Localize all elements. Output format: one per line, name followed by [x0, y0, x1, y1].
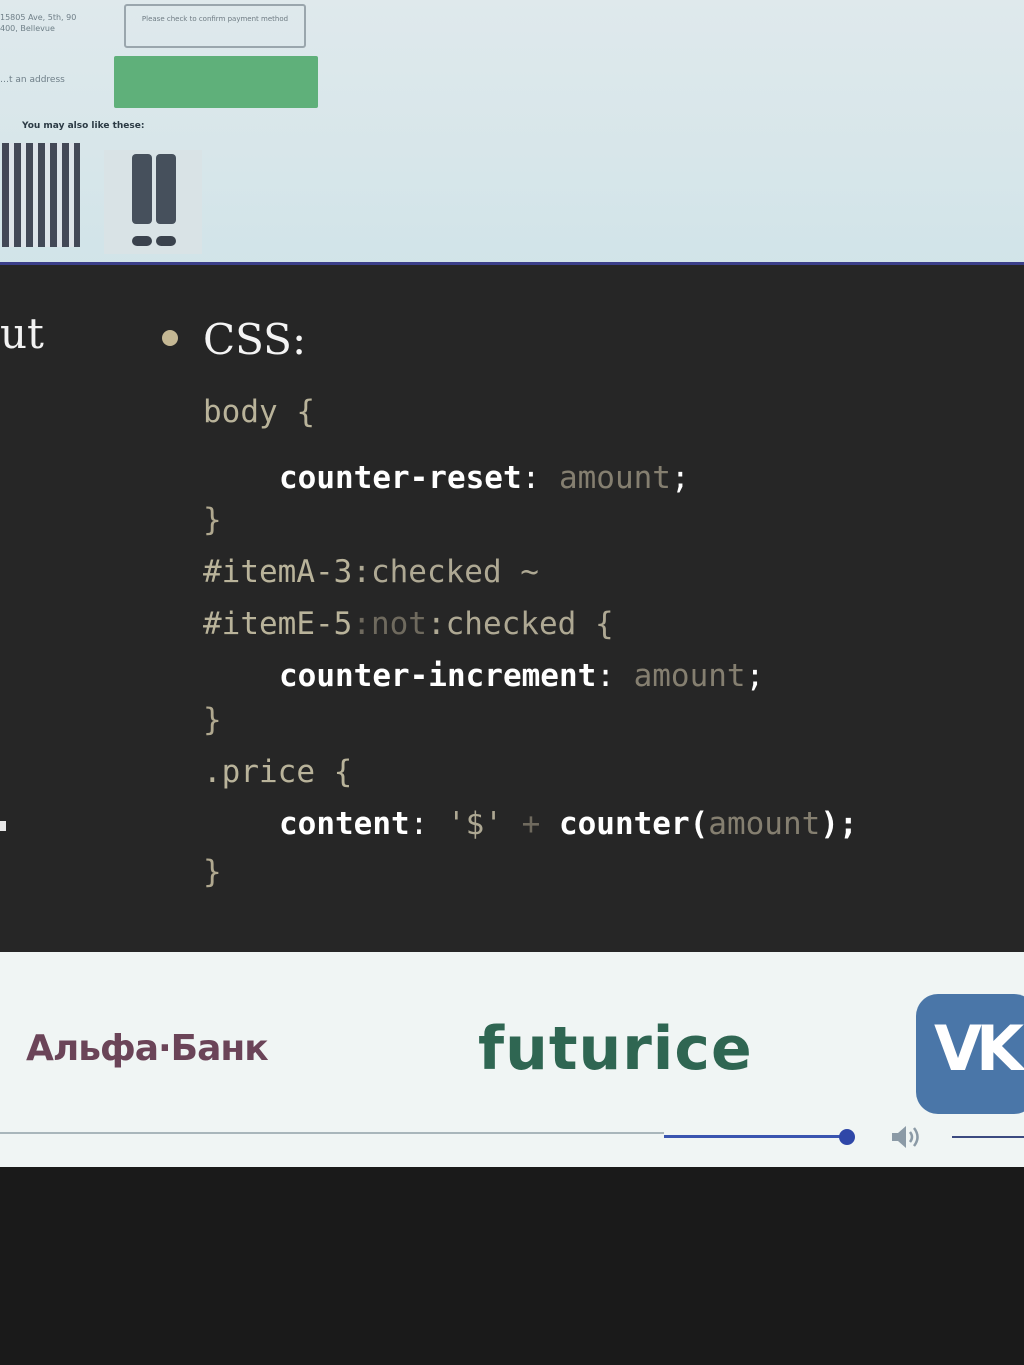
product-thumbnail-shorts[interactable] [104, 150, 202, 254]
recommendations-heading: You may also like these: [22, 121, 145, 131]
vk-logo: VK [916, 994, 1024, 1114]
code-token: amount [708, 806, 821, 842]
product-thumbnail-shirt[interactable] [2, 143, 80, 247]
bullet-icon [162, 330, 178, 346]
code-token: ); [820, 806, 858, 842]
code-token: body { [203, 394, 315, 430]
code-token: amount [633, 658, 746, 694]
code-token: counter-reset [279, 460, 522, 496]
code-line: content: '$' + counter(amount); [279, 805, 858, 843]
code-token: counter-increment [279, 658, 597, 694]
code-token: : [521, 460, 559, 496]
volume-slider[interactable] [952, 1136, 1024, 1138]
presentation-slide: ut CSS: body { counter-reset: amount;} #it… [0, 262, 1024, 965]
code-line: } [203, 501, 222, 539]
code-line: counter-reset: amount; [279, 459, 690, 497]
code-line: #itemE-5:not:checked { [203, 605, 614, 643]
code-line: counter-increment: amount; [279, 657, 764, 695]
code-line: #itemA-3:checked ~ [203, 553, 539, 591]
code-token: ; [745, 658, 765, 694]
code-token: '$' [446, 806, 503, 842]
code-token: : [409, 806, 447, 842]
projector-dark-area [0, 1167, 1024, 1365]
slide-heading: CSS: [203, 315, 307, 364]
video-progress-fill [664, 1135, 848, 1138]
alfa-bank-logo: Альфа·Банк [26, 1028, 269, 1069]
code-token: :checked ~ [352, 554, 539, 590]
code-token: + [502, 806, 559, 842]
code-token: .price { [203, 754, 353, 790]
code-token: content [279, 806, 410, 842]
code-token: :checked { [426, 606, 614, 642]
code-token: : [596, 658, 634, 694]
code-token: amount [558, 460, 671, 496]
checkout-button[interactable] [114, 56, 318, 108]
code-token: #itemA-3 [203, 554, 353, 590]
browser-screenshot-strip: 15805 Ave, 5th, 90 400, Bellevue …t an a… [0, 0, 1024, 300]
code-line: } [203, 701, 222, 739]
video-progress-track[interactable] [0, 1132, 664, 1134]
code-token: ; [670, 460, 690, 496]
confirm-payment-button[interactable]: Please check to confirm payment method [124, 4, 306, 48]
shipping-address-text: 15805 Ave, 5th, 90 400, Bellevue [0, 13, 77, 33]
code-token: counter( [558, 806, 709, 842]
futurice-logo: futurice [478, 1014, 753, 1084]
volume-icon[interactable] [890, 1123, 922, 1151]
video-progress-knob[interactable] [839, 1129, 855, 1145]
cropped-bullet [0, 821, 6, 831]
code-token: #itemE-5 [203, 606, 353, 642]
sponsor-bar: Альфа·Банк futurice VK [0, 952, 1024, 1167]
code-token: :not [352, 606, 427, 642]
code-line: .price { [203, 753, 352, 791]
code-token: } [203, 502, 222, 538]
code-token: } [203, 854, 222, 890]
code-token: } [203, 702, 222, 738]
cropped-heading-fragment: ut [0, 309, 44, 358]
code-line: body { [203, 393, 315, 431]
change-address-link[interactable]: …t an address [0, 75, 65, 85]
code-line: } [203, 853, 222, 891]
